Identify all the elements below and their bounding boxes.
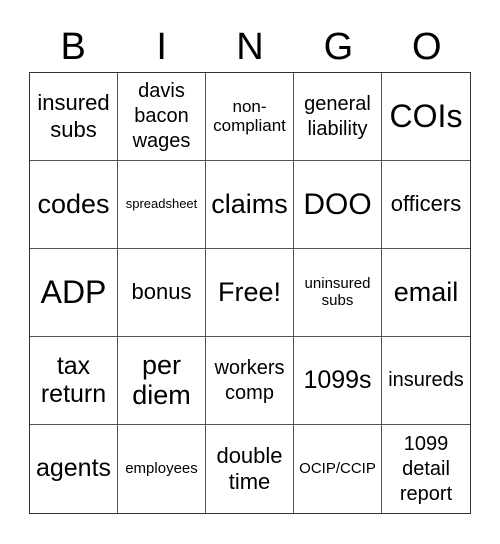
bingo-cell[interactable]: general liability [294, 73, 382, 161]
bingo-cell[interactable]: DOO [294, 161, 382, 249]
bingo-cell[interactable]: claims [206, 161, 294, 249]
bingo-cell[interactable]: spreadsheet [118, 161, 206, 249]
bingo-cell[interactable]: double time [206, 425, 294, 513]
bingo-grid: insured subs davis bacon wages non-complia… [29, 72, 471, 514]
bingo-cell[interactable]: OCIP/CCIP [294, 425, 382, 513]
bingo-cell[interactable]: per diem [118, 337, 206, 425]
bingo-cell[interactable]: tax return [30, 337, 118, 425]
bingo-cell[interactable]: non-compliant [206, 73, 294, 161]
bingo-cell[interactable]: insured subs [30, 73, 118, 161]
header-letter-g: G [323, 26, 354, 68]
bingo-cell[interactable]: ADP [30, 249, 118, 337]
header-letter-n: N [236, 26, 264, 68]
header-letter-o: O [412, 26, 442, 68]
bingo-cell[interactable]: 1099s [294, 337, 382, 425]
bingo-cell-free[interactable]: Free! [206, 249, 294, 337]
bingo-cell[interactable]: codes [30, 161, 118, 249]
header-letter-b: B [60, 26, 86, 68]
bingo-cell[interactable]: uninsured subs [294, 249, 382, 337]
bingo-cell[interactable]: workers comp [206, 337, 294, 425]
bingo-cell[interactable]: employees [118, 425, 206, 513]
header-letter-i: I [156, 26, 167, 68]
bingo-cell[interactable]: insureds [382, 337, 470, 425]
bingo-cell[interactable]: bonus [118, 249, 206, 337]
bingo-cell[interactable]: 1099 detail report [382, 425, 470, 513]
bingo-cell[interactable]: email [382, 249, 470, 337]
bingo-cell[interactable]: COIs [382, 73, 470, 161]
bingo-cell[interactable]: agents [30, 425, 118, 513]
bingo-header: B I N G O [29, 22, 471, 72]
bingo-cell[interactable]: davis bacon wages [118, 73, 206, 161]
bingo-cell[interactable]: officers [382, 161, 470, 249]
